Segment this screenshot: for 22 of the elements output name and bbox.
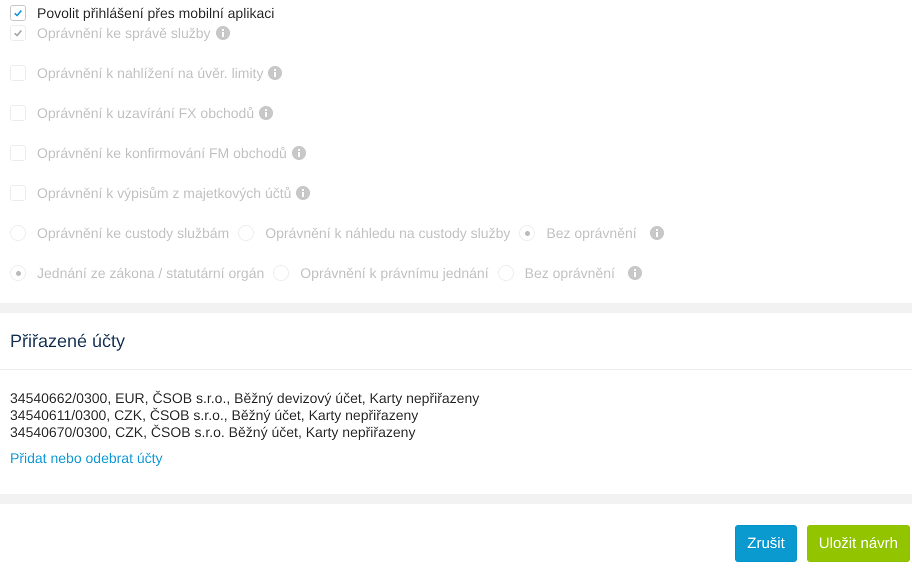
checkbox-label: Oprávnění k výpisům z majetkových účtů: [37, 185, 292, 201]
radio-label: Bez oprávnění: [524, 265, 615, 281]
radio-label: Jednání ze zákona / statutární orgán: [37, 265, 264, 281]
checkbox-label: Oprávnění ke správě služby: [37, 25, 211, 41]
check-icon: [13, 8, 23, 18]
account-line: 34540662/0300, EUR, ČSOB s.r.o., Běžný devizový účet, Karty nepřiřazeny: [10, 390, 480, 407]
account-line: 34540670/0300, CZK, ČSOB s.r.o. Běžný účet, Karty nepřiřazeny: [10, 424, 416, 441]
cancel-button[interactable]: Zrušit: [735, 525, 797, 562]
section-title: Přiřazené účty: [10, 330, 126, 352]
checkbox[interactable]: [10, 4, 26, 20]
checkbox-label: Oprávnění ke konfirmování FM obchodů: [37, 145, 287, 161]
checkbox-label: Oprávnění k uzavírání FX obchodů: [37, 105, 254, 121]
checkbox-label: Povolit přihlášení přes mobilní aplikaci: [37, 4, 274, 20]
radio-label: Bez oprávnění: [546, 225, 637, 241]
radio-label: Oprávnění k právnímu jednání: [300, 265, 489, 281]
check-icon: [13, 28, 23, 38]
account-line: 34540611/0300, CZK, ČSOB s.r.o., Běžný účet, Karty nepřiřazeny: [10, 407, 420, 424]
radio-label: Oprávnění ke custody službám: [37, 225, 230, 241]
radio-label: Oprávnění k náhledu na custody služby: [265, 225, 510, 241]
add-remove-accounts-link[interactable]: Přidat nebo odebrat účty: [10, 450, 163, 467]
save-draft-button[interactable]: Uložit návrh: [806, 525, 910, 562]
checkbox-label: Oprávnění k nahlížení na úvěr. limity: [37, 65, 264, 81]
